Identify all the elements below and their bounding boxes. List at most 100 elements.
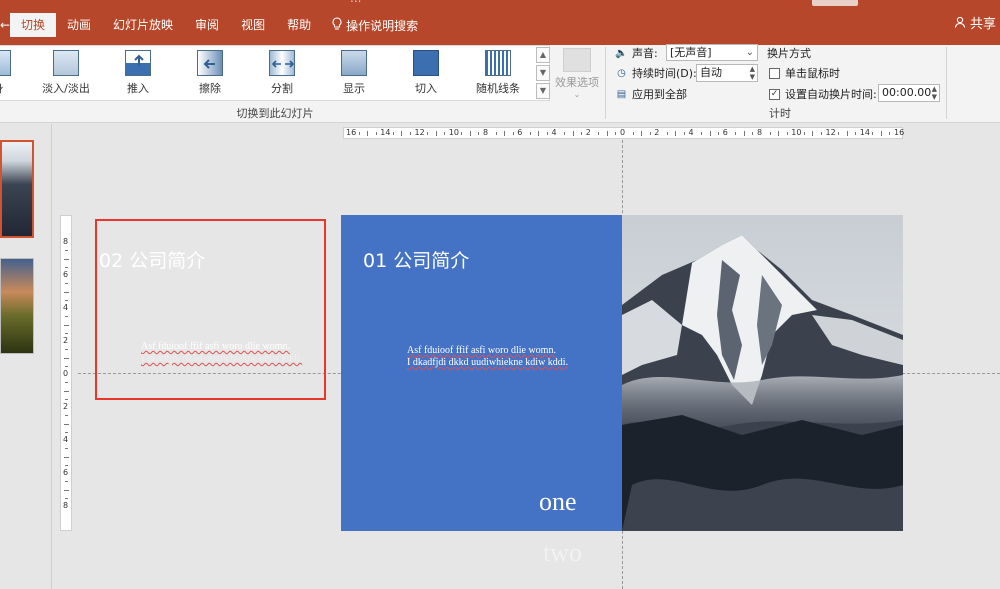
ruler-number: 12 [414,128,425,137]
ruler-tick [495,132,497,135]
transition-fade[interactable]: 淡入/淡出 [38,50,94,100]
slide[interactable]: 01 公司简介 Asf fduioof ffif asfi woro dlie … [341,215,903,531]
transition-reveal[interactable]: 显示 [326,50,382,100]
group-separator [605,47,606,119]
title-bar: ... ← 切换 动画 幻灯片放映 审阅 视图 帮助 操作说明搜索 共享 [0,0,1000,45]
ruler-tick [409,132,411,135]
ruler-tick [606,131,608,136]
slide-thumbnail-2[interactable] [0,258,34,354]
effect-options-button[interactable]: 效果选项 ⌄ [552,45,602,101]
ruler-tick [666,132,668,135]
ruler-tick [632,132,634,135]
sound-dropdown[interactable]: [无声音] ⌄ [666,44,758,61]
fade-icon [53,50,79,76]
offslide-selection-box[interactable]: 02 公司简介 Asf fduioof ffif asfi woro dlie … [95,219,326,400]
ruler-tick [641,131,643,136]
ruler-tick [855,132,857,135]
blue-panel[interactable]: 01 公司简介 Asf fduioof ffif asfi woro dlie … [341,215,622,531]
word-one-text[interactable]: one [539,487,577,517]
ruler-number: 16 [346,128,357,137]
ruler-tick [504,131,506,136]
tell-me-search[interactable]: 操作说明搜索 [328,16,419,34]
tab-animations[interactable]: 动画 [56,13,102,37]
ruler-tick [564,132,566,135]
share-button[interactable]: 共享 [954,13,1000,37]
on-click-label: 单击鼠标时 [785,67,840,80]
tab-help[interactable]: 帮助 [276,13,322,37]
transition-wipe[interactable]: 擦除 [182,50,238,100]
slide-body-text-01[interactable]: Asf fduioof ffif asfi woro dlie womn. I … [407,345,568,369]
ruler-tick [735,132,737,135]
after-time-checkbox[interactable]: ✓ [769,88,780,100]
apply-all-label: 应用到全部 [632,88,687,101]
sign-in-button[interactable] [812,0,858,6]
effect-options-label: 效果选项 [555,76,599,89]
ruler-number: 0 [620,128,626,137]
tab-slideshow[interactable]: 幻灯片放映 [102,13,184,37]
apply-to-all-button[interactable]: ▤ 应用到全部 [615,86,687,102]
ruler-tick [427,132,429,135]
ruler-number: 8 [757,128,763,137]
ruler-tick [752,132,754,135]
transition-split[interactable]: 分割 [254,50,310,100]
word-two-text[interactable]: two [543,538,582,568]
effect-options-icon [563,48,591,72]
wipe-icon [197,50,223,76]
gallery-scroll-up[interactable]: ▲ [536,47,550,63]
ruler-tick [478,132,480,135]
ruler-tick [743,131,745,136]
ruler-number: 10 [791,128,802,137]
transition-random-bars[interactable]: 随机线条 [470,50,526,100]
ruler-number: 10 [448,128,459,137]
reveal-icon [341,50,367,76]
ruler-tick [512,132,514,135]
cut-icon [413,50,439,76]
slide-thumbnail-1[interactable] [0,140,34,238]
ruler-tick [358,132,360,135]
advance-label: 换片方式 [767,47,811,60]
person-icon [954,16,970,32]
push-icon [125,50,151,76]
ruler-tick [872,132,874,135]
tab-transitions[interactable]: 切换 [10,13,57,37]
slide-title-02[interactable]: 02 公司简介 [99,246,205,273]
ruler-number: 16 [894,128,905,137]
ruler-tick [846,131,848,136]
transition-cut[interactable]: 切入 [398,50,454,100]
after-time-spinner[interactable]: 00:00.00 ▲ ▼ [878,84,940,102]
group-label-transitions: 切换到此幻灯片 [236,107,314,120]
mountain-photo[interactable] [622,215,903,531]
ruler-tick [469,131,471,136]
apply-all-icon: ▤ [616,88,627,100]
slide-body-text-02[interactable]: Asf fduioof ffif asfi woro dlie womn. I … [141,341,302,365]
tab-review[interactable]: 审阅 [184,13,230,37]
ruler-tick [778,131,780,136]
duration-label: 持续时间(D): [632,67,697,80]
tab-view[interactable]: 视图 [230,13,276,37]
tab-previous-partial[interactable]: ← [0,13,10,37]
group-separator [946,47,947,119]
gallery-more[interactable]: ▼ [536,83,550,99]
sound-row: 🔈 声音: [615,45,657,61]
lightbulb-icon [328,16,346,34]
ruler-tick [649,132,651,135]
ruler-tick [820,132,822,135]
after-time-checkbox-row[interactable]: ✓ 设置自动换片时间: [769,86,877,102]
on-click-checkbox[interactable] [769,67,780,79]
duration-spinner[interactable]: 自动 ▲ ▼ [696,64,758,82]
ruler-number: 4 [688,128,694,137]
transition-partial[interactable]: 身 [0,50,26,100]
ruler-number: 6 [517,128,523,137]
slide-title-01[interactable]: 01 公司简介 [363,246,469,273]
ruler-tick [546,132,548,135]
ribbon-tabs: ← 切换 动画 幻灯片放映 审阅 视图 帮助 操作说明搜索 [0,13,418,37]
speaker-icon: 🔈 [615,47,628,59]
gallery-scroll-down[interactable]: ▼ [536,65,550,81]
slide-editing-canvas[interactable]: 01 公司简介 Asf fduioof ffif asfi woro dlie … [53,140,1000,589]
tell-me-label: 操作说明搜索 [346,18,419,33]
transition-push[interactable]: 推入 [110,50,166,100]
on-click-checkbox-row[interactable]: 单击鼠标时 [769,65,840,81]
ruler-tick [838,132,840,135]
ruler-tick [572,131,574,136]
ruler-tick [367,131,369,136]
